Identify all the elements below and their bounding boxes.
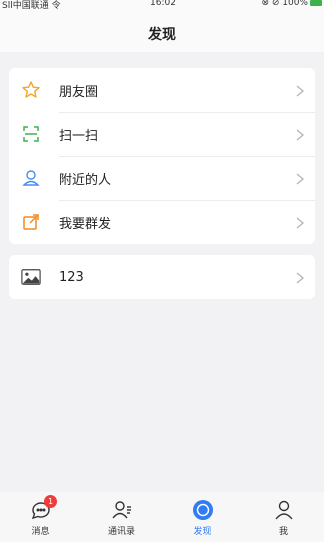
tab-label: 通讯录 bbox=[107, 527, 135, 537]
tab-bar: 1 消息 通讯录 发现 我 bbox=[0, 492, 324, 542]
tab-messages[interactable]: 1 消息 bbox=[0, 492, 81, 542]
menu-item-nearby[interactable]: 附近的人 bbox=[9, 156, 315, 200]
chevron-right-icon bbox=[295, 171, 305, 185]
discover-icon bbox=[191, 498, 215, 522]
chevron-right-icon bbox=[295, 270, 305, 284]
star-icon bbox=[21, 80, 41, 100]
tab-contacts[interactable]: 通讯录 bbox=[81, 492, 162, 542]
battery-icon bbox=[310, 0, 322, 6]
menu-item-label: 朋友圈 bbox=[59, 84, 99, 100]
chevron-right-icon bbox=[295, 127, 305, 141]
tab-me[interactable]: 我 bbox=[243, 492, 324, 542]
tab-label: 我 bbox=[278, 527, 288, 537]
tab-discover[interactable]: 发现 bbox=[162, 492, 243, 542]
tab-label: 发现 bbox=[193, 527, 212, 537]
menu-item-label: 我要群发 bbox=[59, 216, 112, 232]
menu-item-label: 扫一扫 bbox=[59, 128, 99, 144]
nav-bar: 发现 bbox=[0, 14, 324, 52]
status-time: 16:02 bbox=[150, 0, 176, 8]
broadcast-icon bbox=[21, 212, 41, 232]
carrier-text: Sll中国联通 令 bbox=[2, 1, 61, 11]
image-icon bbox=[21, 267, 41, 287]
chevron-right-icon bbox=[295, 83, 305, 97]
menu-item-label: 123 bbox=[59, 269, 84, 285]
menu-item-123[interactable]: 123 bbox=[9, 255, 315, 299]
menu-item-scan[interactable]: 扫一扫 bbox=[9, 112, 315, 156]
scan-icon bbox=[21, 124, 41, 144]
menu-item-moments[interactable]: 朋友圈 bbox=[9, 68, 315, 112]
nearby-person-icon bbox=[21, 168, 41, 188]
unread-badge: 1 bbox=[44, 495, 57, 508]
extra-card: 123 bbox=[9, 255, 315, 299]
page-title: 发现 bbox=[148, 27, 176, 43]
chevron-right-icon bbox=[295, 215, 305, 229]
contacts-icon bbox=[110, 498, 134, 522]
status-bar: Sll中国联通 令 16:02 ⊗ ⊘ 100% bbox=[0, 0, 324, 14]
menu-item-broadcast[interactable]: 我要群发 bbox=[9, 200, 315, 244]
profile-icon bbox=[272, 498, 296, 522]
tab-label: 消息 bbox=[31, 527, 50, 537]
status-right: ⊗ ⊘ 100% bbox=[261, 0, 322, 8]
discover-menu-card: 朋友圈 扫一扫 附近的人 我要群发 bbox=[9, 68, 315, 244]
status-indicators: ⊗ ⊘ 100% bbox=[261, 0, 308, 8]
menu-item-label: 附近的人 bbox=[59, 172, 112, 188]
